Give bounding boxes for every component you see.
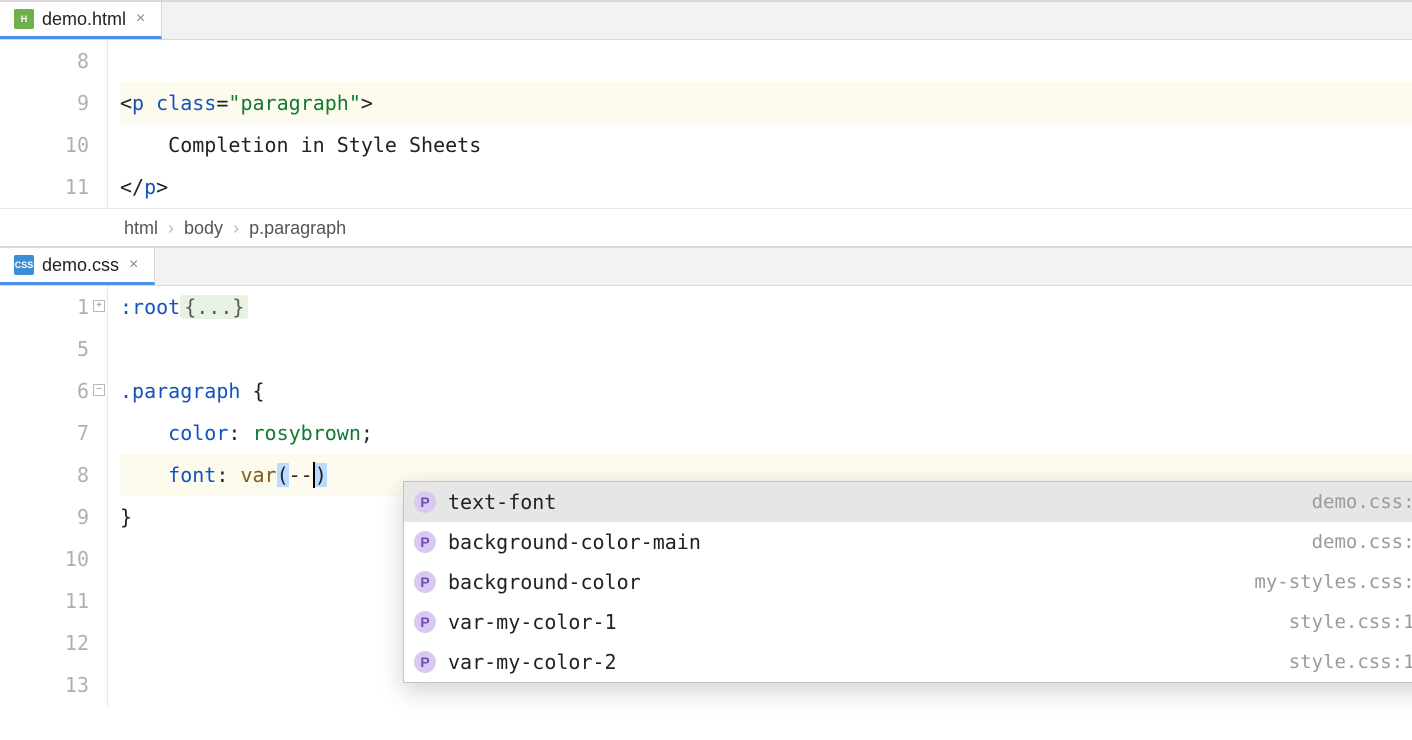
gutter: 891011 <box>0 40 108 208</box>
completion-location: style.css:14 <box>1289 651 1412 673</box>
completion-label: background-color-main <box>448 530 701 554</box>
line-number: 13 <box>0 664 89 706</box>
chevron-right-icon: › <box>233 218 239 238</box>
line-number: 11 <box>0 580 89 622</box>
close-icon[interactable]: × <box>134 10 147 28</box>
line-number: 10 <box>0 124 89 166</box>
fold-collapse-icon[interactable]: − <box>93 384 105 396</box>
code-line[interactable] <box>120 40 1412 82</box>
code-line[interactable]: </p> <box>120 166 1412 208</box>
completion-location: style.css:13 <box>1289 611 1412 633</box>
code-line[interactable]: .paragraph { <box>120 370 1412 412</box>
line-number: 7 <box>0 412 89 454</box>
line-number: 8 <box>0 40 89 82</box>
breadcrumb-segment[interactable]: p.paragraph <box>249 218 346 238</box>
line-number: 9 <box>0 82 89 124</box>
line-number: 6− <box>0 370 89 412</box>
line-number: 1+ <box>0 286 89 328</box>
code-line[interactable] <box>120 328 1412 370</box>
breadcrumb-segment[interactable]: html <box>124 218 158 238</box>
code-line[interactable]: Completion in Style Sheets <box>120 124 1412 166</box>
property-badge-icon: P <box>414 531 436 553</box>
tab-demo-css[interactable]: CSS demo.css × <box>0 248 155 285</box>
tab-demo-html[interactable]: H demo.html × <box>0 2 162 39</box>
completion-label: var-my-color-2 <box>448 650 617 674</box>
breadcrumb-segment[interactable]: body <box>184 218 223 238</box>
close-icon[interactable]: × <box>127 256 140 274</box>
line-number: 10 <box>0 538 89 580</box>
fold-expand-icon[interactable]: + <box>93 300 105 312</box>
completion-label: text-font <box>448 490 556 514</box>
tab-filename: demo.css <box>42 255 119 276</box>
code-line[interactable]: <p class="paragraph"> <box>120 82 1412 124</box>
completion-location: demo.css:3 <box>1312 491 1412 513</box>
completion-label: var-my-color-1 <box>448 610 617 634</box>
completion-popup: Ptext-font demo.css:3 Pbackground-color-ma… <box>403 481 1412 683</box>
property-badge-icon: P <box>414 491 436 513</box>
editor-pane-css: CSS demo.css × 1+56−78910111213 Ptext-fo… <box>0 246 1412 706</box>
property-badge-icon: P <box>414 571 436 593</box>
editor-pane-html: H demo.html × 891011 <p class="paragraph… <box>0 0 1412 246</box>
code-area[interactable]: <p class="paragraph"> Completion in Styl… <box>108 40 1412 208</box>
gutter: 1+56−78910111213 <box>0 286 108 706</box>
code-line[interactable]: color: rosybrown; <box>120 412 1412 454</box>
completion-item[interactable]: Ptext-font demo.css:3 <box>404 482 1412 522</box>
tab-bar: H demo.html × <box>0 0 1412 40</box>
editor-html[interactable]: 891011 <p class="paragraph"> Completion … <box>0 40 1412 208</box>
completion-location: demo.css:2 <box>1312 531 1412 553</box>
tab-bar: CSS demo.css × <box>0 246 1412 286</box>
property-badge-icon: P <box>414 611 436 633</box>
breadcrumb-bar[interactable]: html › body › p.paragraph <box>0 208 1412 246</box>
completion-item[interactable]: Pvar-my-color-2 style.css:14 <box>404 642 1412 682</box>
css-file-icon: CSS <box>14 255 34 275</box>
line-number: 9 <box>0 496 89 538</box>
tab-filename: demo.html <box>42 9 126 30</box>
completion-location: my-styles.css:2 <box>1254 571 1412 593</box>
completion-item[interactable]: Pbackground-color my-styles.css:2 <box>404 562 1412 602</box>
completion-item[interactable]: Pbackground-color-main demo.css:2 <box>404 522 1412 562</box>
line-number: 11 <box>0 166 89 208</box>
line-number: 5 <box>0 328 89 370</box>
chevron-right-icon: › <box>168 218 174 238</box>
code-line[interactable]: :root{...} <box>120 286 1412 328</box>
line-number: 8 <box>0 454 89 496</box>
completion-item[interactable]: Pvar-my-color-1 style.css:13 <box>404 602 1412 642</box>
line-number: 12 <box>0 622 89 664</box>
completion-label: background-color <box>448 570 641 594</box>
property-badge-icon: P <box>414 651 436 673</box>
html-file-icon: H <box>14 9 34 29</box>
code-area[interactable]: Ptext-font demo.css:3 Pbackground-color-ma… <box>108 286 1412 706</box>
editor-css[interactable]: 1+56−78910111213 Ptext-font demo.css:3 Pba… <box>0 286 1412 706</box>
